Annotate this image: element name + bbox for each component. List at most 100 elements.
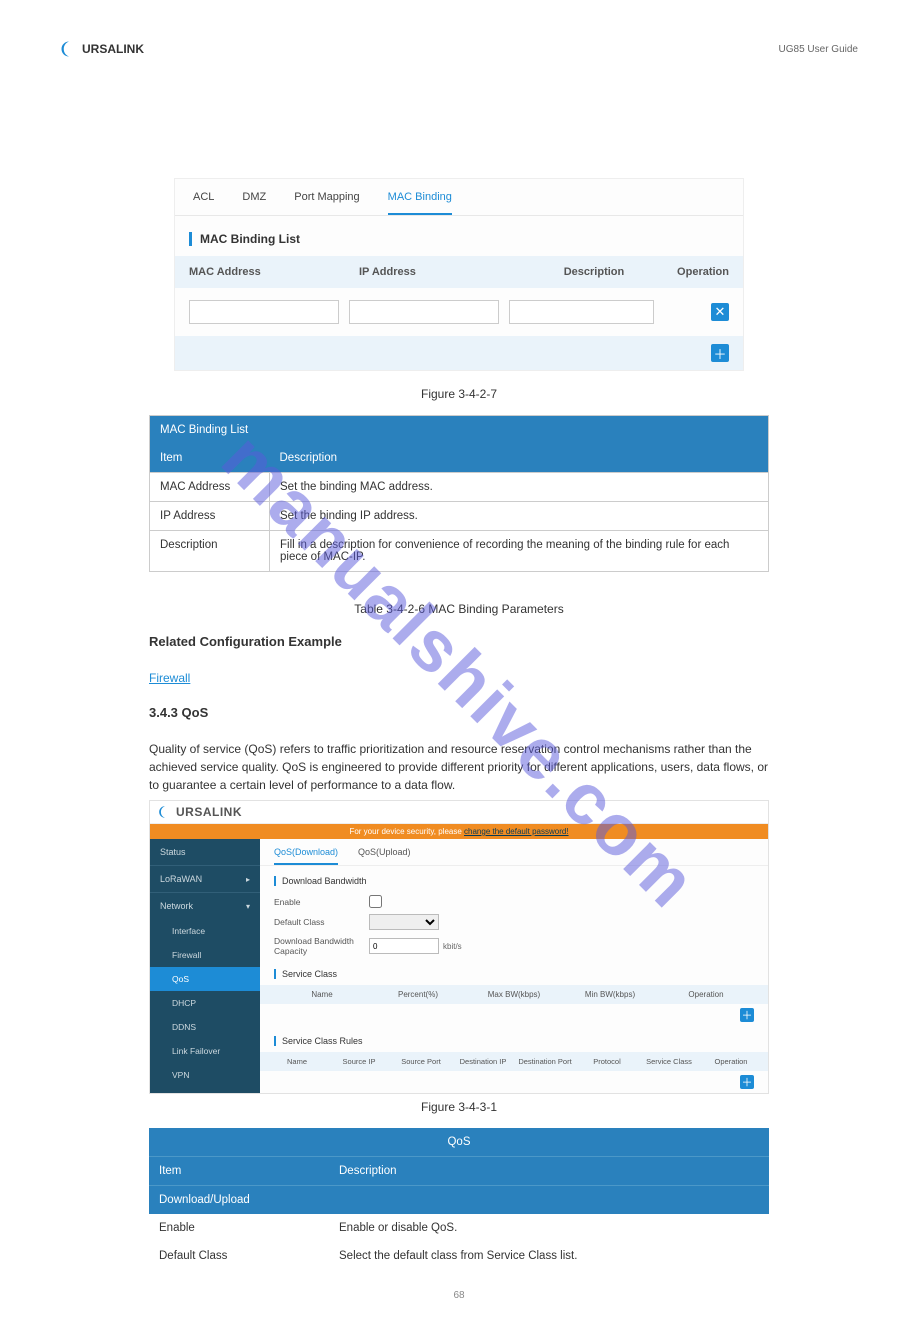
col-maxbw: Max BW(kbps) <box>466 990 562 999</box>
banner-link[interactable]: change the default password! <box>464 827 569 836</box>
add-icon[interactable]: ＋ <box>711 344 729 362</box>
sidebar-item-lorawan[interactable]: LoRaWAN ▸ <box>150 865 260 892</box>
screenshot-qos: URSALINK For your device security, pleas… <box>149 800 769 1094</box>
sidebar-item-link-failover[interactable]: Link Failover <box>150 1039 260 1063</box>
section-mac-binding-list: MAC Binding List <box>189 232 729 246</box>
row-enable: Enable <box>260 892 768 911</box>
col-minbw: Min BW(kbps) <box>562 990 658 999</box>
section-service-class: Service Class <box>274 969 754 979</box>
chevron-right-icon: ▸ <box>246 875 250 884</box>
sidebar-item-label: LoRaWAN <box>160 874 202 884</box>
add-icon[interactable]: ＋ <box>740 1008 754 1022</box>
tab-dmz[interactable]: DMZ <box>242 191 266 215</box>
banner-text: For your device security, please <box>349 827 464 836</box>
table-caption-1: Table 3-4-2-6 MAC Binding Parameters <box>60 602 858 616</box>
svc-rules-footer: ＋ <box>260 1071 768 1093</box>
col-name: Name <box>266 1057 328 1066</box>
table-footer: ＋ <box>175 336 743 370</box>
main-content: QoS(Download) QoS(Upload) Download Bandw… <box>260 839 768 1093</box>
col-svc: Service Class <box>638 1057 700 1066</box>
related-link[interactable]: Firewall <box>149 669 769 687</box>
col-proto: Protocol <box>576 1057 638 1066</box>
logo-icon <box>158 805 172 819</box>
desc-table-qos: QoS Item Description Download/Upload Ena… <box>149 1128 769 1270</box>
doc-header: URSALINK UG85 User Guide <box>60 40 858 58</box>
sidebar-item-interface[interactable]: Interface <box>150 919 260 943</box>
logo-icon <box>60 40 78 58</box>
sidebar-item-status[interactable]: Status <box>150 839 260 865</box>
qos-sub: Download/Upload <box>149 1186 769 1215</box>
cell-desc: Set the binding IP address. <box>270 502 769 531</box>
tab-acl[interactable]: ACL <box>193 191 214 215</box>
section-download-bw: Download Bandwidth <box>274 876 754 886</box>
cell-item: MAC Address <box>150 473 270 502</box>
cell-desc: Set the binding MAC address. <box>270 473 769 502</box>
input-dl-bw[interactable] <box>369 938 439 954</box>
cell-desc: Select the default class from Service Cl… <box>329 1242 769 1270</box>
cell-item: IP Address <box>150 502 270 531</box>
table-row: Default Class Select the default class f… <box>149 1242 769 1270</box>
col-mac: MAC Address <box>189 266 359 278</box>
table-row: ✕ <box>175 288 743 336</box>
cell-desc: Enable or disable QoS. <box>329 1214 769 1242</box>
svc-class-footer: ＋ <box>260 1004 768 1026</box>
col-percent: Percent(%) <box>370 990 466 999</box>
cell-desc: Fill in a description for convenience of… <box>270 531 769 572</box>
brand-top: URSALINK <box>60 40 144 58</box>
doc-subtitle: UG85 User Guide <box>779 44 858 55</box>
logo-text: URSALINK <box>176 805 242 819</box>
col-desc: Description <box>519 266 669 278</box>
cell-item: Enable <box>149 1214 329 1242</box>
input-mac[interactable] <box>189 300 339 324</box>
sidebar-item-label: Status <box>160 847 186 857</box>
table-row: Enable Enable or disable QoS. <box>149 1214 769 1242</box>
label-enable: Enable <box>274 897 369 907</box>
table-row: Description Fill in a description for co… <box>150 531 769 572</box>
sidebar-item-label: Network <box>160 901 193 911</box>
desc-col-item: Item <box>150 444 270 473</box>
chevron-down-icon: ▾ <box>246 902 250 911</box>
col-item: Item <box>149 1157 329 1186</box>
desc-col-desc: Description <box>270 444 769 473</box>
qos-title: QoS <box>149 1128 769 1157</box>
label-dl-bw: Download Bandwidth Capacity <box>274 936 369 956</box>
security-banner: For your device security, please change … <box>150 824 768 839</box>
col-srcport: Source Port <box>390 1057 452 1066</box>
sidebar-item-vpn[interactable]: VPN <box>150 1063 260 1087</box>
sidebar-item-dhcp[interactable]: DHCP <box>150 991 260 1015</box>
sidebar-item-qos[interactable]: QoS <box>150 967 260 991</box>
svc-rules-header: Name Source IP Source Port Destination I… <box>260 1052 768 1071</box>
qos-intro: Quality of service (QoS) refers to traff… <box>149 740 769 794</box>
desc-table-mac-binding: MAC Binding List Item Description MAC Ad… <box>149 415 769 572</box>
tab-port-mapping[interactable]: Port Mapping <box>294 191 359 215</box>
add-icon[interactable]: ＋ <box>740 1075 754 1089</box>
label-default-class: Default Class <box>274 917 369 927</box>
page-number: 68 <box>60 1290 858 1301</box>
svc-class-header: Name Percent(%) Max BW(kbps) Min BW(kbps… <box>260 985 768 1004</box>
row-default-class: Default Class <box>260 911 768 933</box>
col-dstip: Destination IP <box>452 1057 514 1066</box>
delete-icon[interactable]: ✕ <box>711 303 729 321</box>
col-op: Operation <box>658 990 754 999</box>
sidebar-item-ddns[interactable]: DDNS <box>150 1015 260 1039</box>
col-op: Operation <box>669 266 729 278</box>
cell-item: Description <box>150 531 270 572</box>
sidebar-item-network[interactable]: Network ▾ <box>150 892 260 919</box>
table-header: MAC Address IP Address Description Opera… <box>175 256 743 288</box>
qos-section-title: 3.4.3 QoS <box>149 705 769 720</box>
sidebar-item-firewall[interactable]: Firewall <box>150 943 260 967</box>
input-ip[interactable] <box>349 300 499 324</box>
col-op: Operation <box>700 1057 762 1066</box>
logo-bar: URSALINK <box>150 801 768 824</box>
tab-qos-upload[interactable]: QoS(Upload) <box>358 847 411 865</box>
input-desc[interactable] <box>509 300 654 324</box>
col-dstport: Destination Port <box>514 1057 576 1066</box>
select-default-class[interactable] <box>369 914 439 930</box>
screenshot-mac-binding: ACL DMZ Port Mapping MAC Binding MAC Bin… <box>174 178 744 371</box>
tab-mac-binding[interactable]: MAC Binding <box>388 191 452 215</box>
table-row: IP Address Set the binding IP address. <box>150 502 769 531</box>
tab-qos-download[interactable]: QoS(Download) <box>274 847 338 865</box>
col-ip: IP Address <box>359 266 519 278</box>
checkbox-enable[interactable] <box>369 895 382 908</box>
sidebar: Status LoRaWAN ▸ Network ▾ Interface Firew… <box>150 839 260 1093</box>
